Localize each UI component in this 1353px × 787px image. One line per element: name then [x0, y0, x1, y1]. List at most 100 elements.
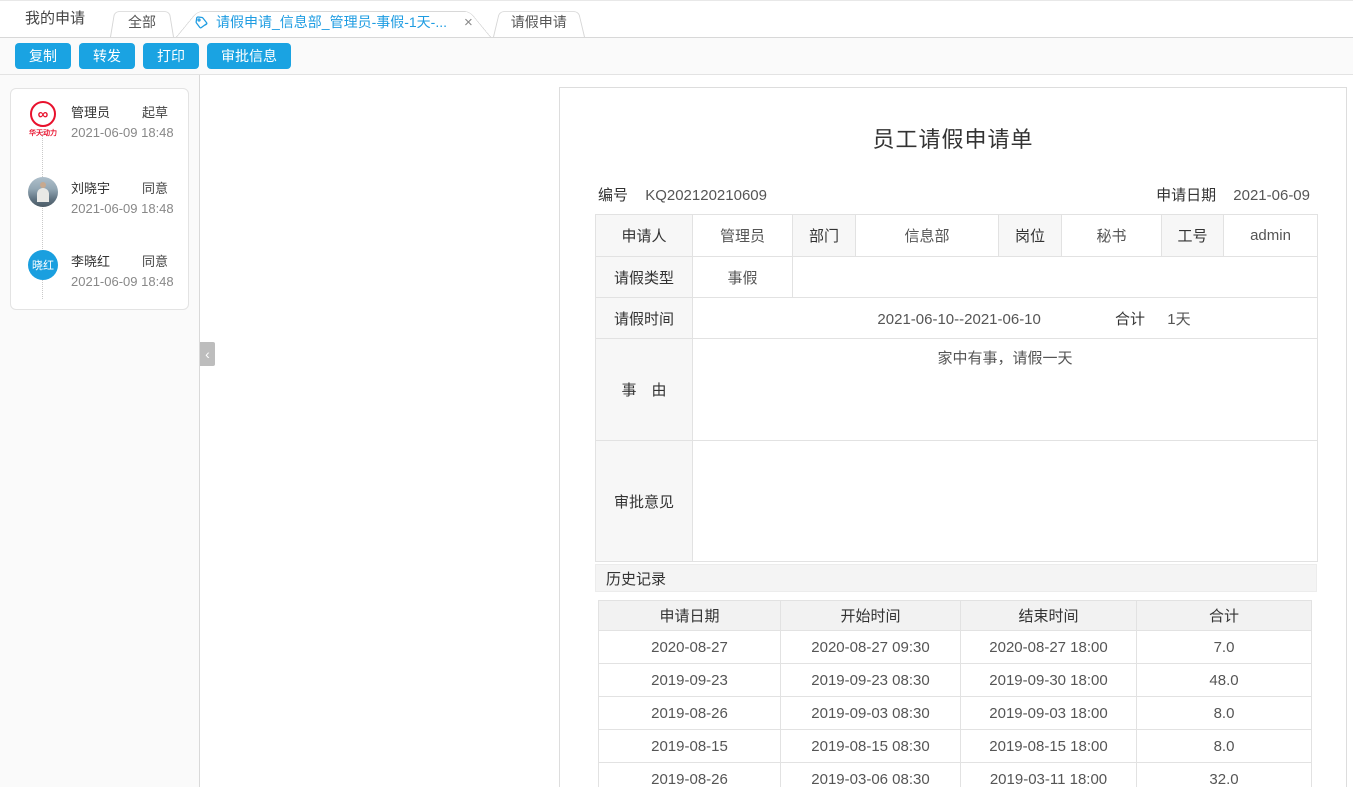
- cell: 2020-08-27 18:00: [961, 631, 1137, 664]
- tab-bar: 我的申请 全部 请假申请_信息部_管理员-事假-1天-... × 请假申请: [0, 1, 1353, 38]
- tab-strip: 全部 请假申请_信息部_管理员-事假-1天-... × 请假申请: [110, 1, 587, 37]
- total-label: 合计: [1115, 311, 1145, 328]
- leave-time-label: 请假时间: [596, 298, 693, 339]
- app-window: 我的申请 全部 请假申请_信息部_管理员-事假-1天-... × 请假申请: [0, 0, 1353, 787]
- table-row: 2020-08-27 2020-08-27 09:30 2020-08-27 1…: [599, 631, 1312, 664]
- leave-form-table: 申请人 管理员 部门 信息部 岗位 秘书 工号 admin 请假类型 事假: [595, 214, 1318, 562]
- flow-entry-draft: ∞ 华天动力 管理员 起草 2021-06-09 18:48: [23, 101, 188, 141]
- flow-action: 同意: [142, 178, 168, 197]
- cell: 2019-09-30 18:00: [961, 664, 1137, 697]
- cell: 2019-03-06 08:30: [781, 763, 961, 787]
- flow-user-name: 管理员: [71, 102, 110, 121]
- table-row: 2019-08-26 2019-03-06 08:30 2019-03-11 1…: [599, 763, 1312, 787]
- history-col-total: 合计: [1137, 601, 1312, 631]
- cell: 2019-09-23: [599, 664, 781, 697]
- department-label: 部门: [793, 215, 856, 257]
- number-value: KQ202120210609: [645, 187, 767, 204]
- chevron-left-icon: ‹: [205, 346, 210, 362]
- apply-date-value: 2021-06-09: [1233, 187, 1310, 204]
- approval-flow-card: ∞ 华天动力 管理员 起草 2021-06-09 18:48: [10, 88, 189, 310]
- user-photo-avatar: [28, 177, 58, 207]
- content-area: ∞ 华天动力 管理员 起草 2021-06-09 18:48: [0, 75, 1353, 787]
- leave-time-cell: 2021-06-10--2021-06-10 合计 1天: [693, 298, 1318, 339]
- form-title: 员工请假申请单: [560, 122, 1346, 154]
- cell: 48.0: [1137, 664, 1312, 697]
- company-logo-avatar: ∞: [30, 101, 56, 127]
- number-label: 编号: [598, 187, 628, 204]
- cell: 2019-09-03 08:30: [781, 697, 961, 730]
- applicant-value: 管理员: [693, 215, 793, 257]
- cell: 2019-08-15 08:30: [781, 730, 961, 763]
- collapse-sidebar-handle[interactable]: ‹: [200, 342, 215, 366]
- history-section-header: 历史记录: [595, 564, 1317, 592]
- flow-action: 同意: [142, 251, 168, 270]
- reason-label: 事 由: [596, 339, 693, 441]
- cell: 2019-08-15: [599, 730, 781, 763]
- table-row: 2019-08-26 2019-09-03 08:30 2019-09-03 1…: [599, 697, 1312, 730]
- cell: 2020-08-27: [599, 631, 781, 664]
- table-row: 2019-09-23 2019-09-23 08:30 2019-09-30 1…: [599, 664, 1312, 697]
- leave-type-value: 事假: [693, 257, 793, 298]
- apply-date-label: 申请日期: [1156, 187, 1216, 204]
- flow-action: 起草: [142, 102, 168, 121]
- flow-entry-approve-1: 刘晓宇 同意 2021-06-09 18:48: [23, 177, 188, 217]
- tab-label: 请假申请_信息部_管理员-事假-1天-...: [216, 12, 447, 32]
- cell: 2019-08-26: [599, 697, 781, 730]
- flow-time: 2021-06-09 18:48: [71, 125, 188, 140]
- reason-value: 家中有事，请假一天: [693, 339, 1318, 441]
- cell: 2020-08-27 09:30: [781, 631, 961, 664]
- table-row: 2019-08-15 2019-08-15 08:30 2019-08-15 1…: [599, 730, 1312, 763]
- cell: 8.0: [1137, 730, 1312, 763]
- cell: 32.0: [1137, 763, 1312, 787]
- approval-info-button[interactable]: 审批信息: [207, 43, 291, 69]
- cell: 2019-08-15 18:00: [961, 730, 1137, 763]
- history-col-apply-date: 申请日期: [599, 601, 781, 631]
- tab-label: 请假申请: [511, 12, 567, 32]
- flow-time: 2021-06-09 18:48: [71, 201, 188, 216]
- cell: 2019-09-03 18:00: [961, 697, 1137, 730]
- flow-user-name: 刘晓宇: [71, 178, 110, 197]
- history-col-start: 开始时间: [781, 601, 961, 631]
- close-icon[interactable]: ×: [464, 15, 473, 30]
- cell: 7.0: [1137, 631, 1312, 664]
- cell: 8.0: [1137, 697, 1312, 730]
- forward-button[interactable]: 转发: [79, 43, 135, 69]
- employee-id-value: admin: [1224, 215, 1318, 257]
- employee-id-label: 工号: [1162, 215, 1224, 257]
- total-value: 1天: [1167, 311, 1190, 328]
- flow-user-name: 李晓红: [71, 251, 110, 270]
- history-header-row: 申请日期 开始时间 结束时间 合计: [599, 601, 1312, 631]
- infinity-logo-icon: ∞: [38, 107, 49, 122]
- document-area: ‹ 员工请假申请单 编号 KQ202120210609 申请日期 2021-06…: [200, 75, 1353, 787]
- leave-time-range: 2021-06-10--2021-06-10: [877, 311, 1040, 328]
- copy-button[interactable]: 复制: [15, 43, 71, 69]
- cell: 2019-09-23 08:30: [781, 664, 961, 697]
- form-sheet: 员工请假申请单 编号 KQ202120210609 申请日期 2021-06-0…: [559, 87, 1347, 787]
- company-name: 华天动力: [29, 128, 57, 138]
- position-label: 岗位: [999, 215, 1062, 257]
- leave-type-label: 请假类型: [596, 257, 693, 298]
- leave-type-empty-cell: [793, 257, 1318, 298]
- toolbar: 复制 转发 打印 审批信息: [0, 38, 1353, 75]
- form-meta-row: 编号 KQ202120210609 申请日期 2021-06-09: [598, 184, 1310, 205]
- flow-entry-approve-2: 晓红 李晓红 同意 2021-06-09 18:48: [23, 250, 188, 290]
- cell: 2019-08-26: [599, 763, 781, 787]
- tab-leave-request[interactable]: 请假申请: [493, 7, 585, 37]
- history-table: 申请日期 开始时间 结束时间 合计 2020-08-27 2020-08-27 …: [598, 600, 1312, 787]
- history-col-end: 结束时间: [961, 601, 1137, 631]
- applicant-label: 申请人: [596, 215, 693, 257]
- print-button[interactable]: 打印: [143, 43, 199, 69]
- tab-all[interactable]: 全部: [110, 7, 174, 37]
- page-title: 我的申请: [0, 7, 110, 37]
- tab-current-document[interactable]: 请假申请_信息部_管理员-事假-1天-... ×: [176, 7, 491, 37]
- approval-flow-panel: ∞ 华天动力 管理员 起草 2021-06-09 18:48: [0, 75, 200, 787]
- user-initials-avatar: 晓红: [28, 250, 58, 280]
- approval-opinion-value: [693, 441, 1318, 562]
- flow-time: 2021-06-09 18:48: [71, 274, 188, 289]
- tab-label: 全部: [128, 12, 156, 32]
- cell: 2019-03-11 18:00: [961, 763, 1137, 787]
- department-value: 信息部: [856, 215, 999, 257]
- approval-opinion-label: 审批意见: [596, 441, 693, 562]
- position-value: 秘书: [1062, 215, 1162, 257]
- tag-icon: [194, 15, 209, 30]
